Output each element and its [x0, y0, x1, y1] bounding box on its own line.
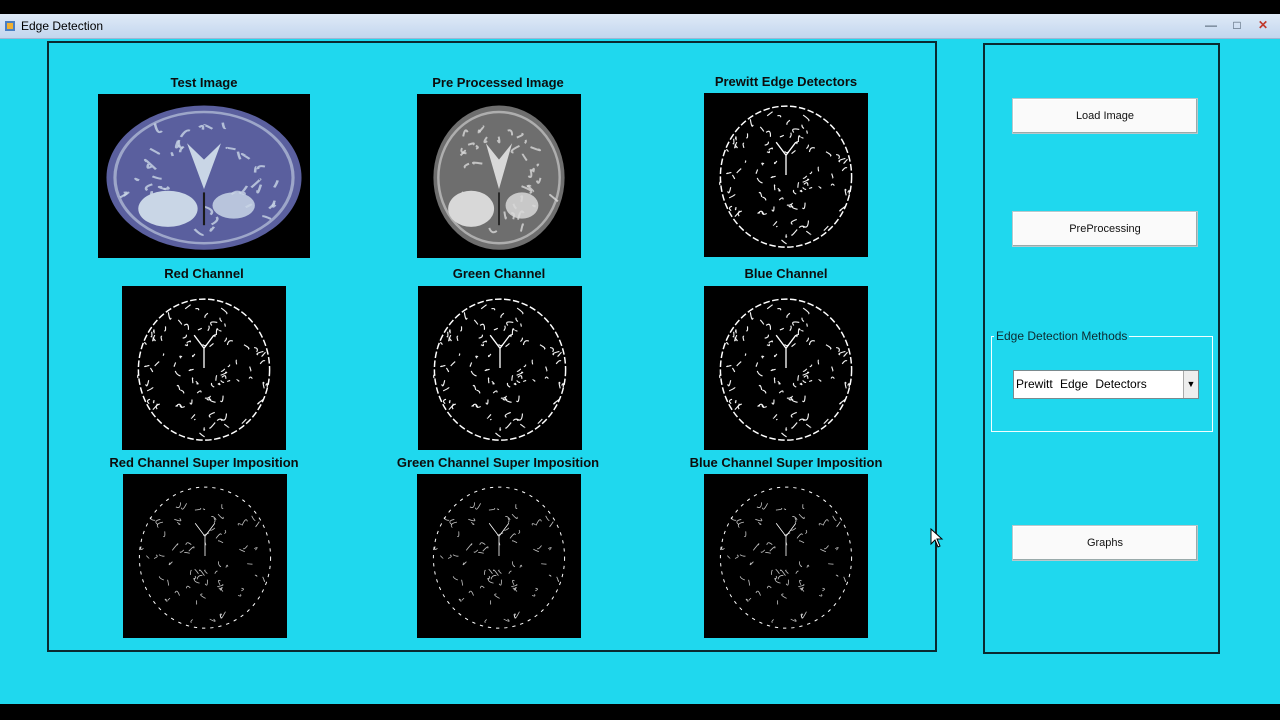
screen: Edge Detection — □ ✕ Test Image Pre Proc…: [0, 0, 1280, 720]
image-title: Blue Channel: [744, 266, 828, 281]
image-title: Prewitt Edge Detectors: [714, 74, 858, 89]
prewitt-edge-image: [704, 93, 868, 257]
mri-scan-graphic: [433, 105, 565, 250]
close-button[interactable]: ✕: [1252, 16, 1274, 34]
load-image-button[interactable]: Load Image: [1012, 98, 1198, 134]
graphs-button[interactable]: Graphs: [1012, 525, 1198, 561]
minimize-button[interactable]: —: [1200, 16, 1222, 34]
image-title: Test Image: [170, 75, 238, 90]
edge-map-graphic: [432, 486, 566, 629]
red-superimposition-image: [123, 474, 287, 638]
edge-method-select[interactable]: Prewitt Edge Detectors ▼: [1013, 370, 1199, 399]
image-title: Blue Channel Super Imposition: [689, 455, 883, 470]
maximize-button[interactable]: □: [1226, 16, 1248, 34]
preprocessed-image: [417, 94, 581, 258]
dropdown-arrow-icon[interactable]: ▼: [1183, 371, 1198, 398]
matlab-figure-icon: [5, 21, 15, 31]
image-title: Green Channel Super Imposition: [396, 455, 600, 470]
image-title: Red Channel Super Imposition: [109, 455, 299, 470]
edge-map-graphic: [433, 298, 567, 441]
image-title: Pre Processed Image: [432, 75, 564, 90]
blue-superimposition-image: [704, 474, 868, 638]
window-title: Edge Detection: [21, 19, 104, 33]
green-superimposition-image: [417, 474, 581, 638]
edge-map-graphic: [719, 298, 853, 441]
green-channel-image: [418, 286, 582, 450]
edge-map-graphic: [719, 105, 853, 248]
preprocessing-button[interactable]: PreProcessing: [1012, 211, 1198, 247]
edge-map-graphic: [138, 486, 272, 629]
mouse-cursor-icon: [930, 528, 944, 548]
blue-channel-image: [704, 286, 868, 450]
title-bar: Edge Detection — □ ✕: [0, 14, 1280, 39]
image-title: Green Channel: [452, 266, 546, 281]
edge-map-graphic: [137, 298, 271, 441]
test-image: [98, 94, 310, 258]
red-channel-image: [122, 286, 286, 450]
edge-map-graphic: [719, 486, 853, 629]
edge-methods-label: Edge Detection Methods: [994, 329, 1130, 343]
mri-scan-graphic: [106, 105, 302, 250]
edge-method-value: Prewitt Edge Detectors: [1016, 377, 1147, 391]
image-title: Red Channel: [164, 266, 244, 281]
